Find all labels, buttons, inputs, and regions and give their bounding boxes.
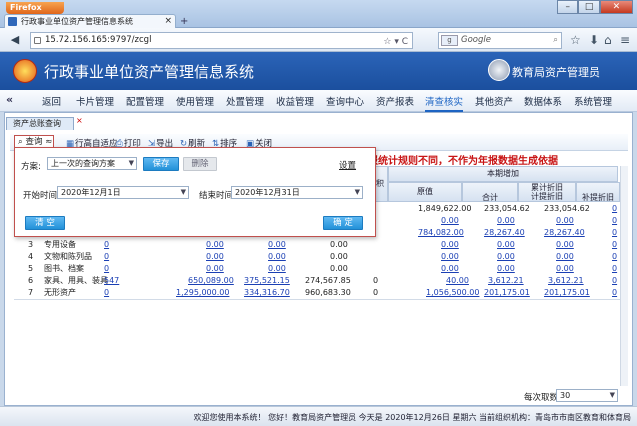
- warning-banner: 报统计规则不同，不作为年报数据生成依据: [368, 156, 558, 167]
- downloads-icon[interactable]: ⬇: [589, 33, 599, 47]
- col-cum-dep-label: 累计折旧: [531, 183, 563, 192]
- per-page-label: 每次取数: [524, 393, 559, 403]
- per-page-select[interactable]: 30 ▼: [556, 389, 618, 402]
- status-text: 欢迎您使用本系统！ 您好！教育局资产管理员 今天是 2020年12月26日 星期…: [193, 413, 631, 422]
- col-supp-dep-header: 补提折旧: [576, 182, 620, 202]
- app-title: 行政事业单位资产管理信息系统: [44, 63, 255, 81]
- browser-titlebar: Firefox – □ ✕ 行政事业单位资产管理信息系统 × +: [0, 0, 637, 28]
- menu-config-management[interactable]: 配置管理: [126, 94, 164, 108]
- table-divider: [14, 299, 628, 300]
- menu-other-assets[interactable]: 其他资产: [475, 94, 513, 108]
- search-placeholder: Google: [461, 35, 491, 45]
- table-row: 4 文物和陈列品 0 0.00 0.00 0.00 0.00 0.00 0.00…: [28, 252, 618, 261]
- firefox-menu-button[interactable]: Firefox: [6, 2, 64, 14]
- bookmarks-icon[interactable]: ☆: [570, 33, 581, 47]
- new-tab-button[interactable]: +: [180, 16, 188, 27]
- menu-disposal-management[interactable]: 处置管理: [226, 94, 264, 108]
- search-icon[interactable]: ⌕: [553, 33, 558, 48]
- col-total-header: 合计: [462, 182, 518, 202]
- menu-asset-reports[interactable]: 资产报表: [376, 94, 414, 108]
- end-time-picker[interactable]: 2020年12月31日 ▼: [231, 186, 363, 199]
- user-avatar: [488, 59, 510, 81]
- menu-scroll-left-icon[interactable]: «: [6, 93, 13, 106]
- settings-link[interactable]: 设置: [339, 159, 356, 171]
- collapse-icon: ≈: [45, 137, 53, 147]
- main-menu: « 返回 卡片管理 配置管理 使用管理 处置管理 收益管理 查询中心 资产报表 …: [0, 90, 637, 112]
- table-row: 5 图书、档案 0 0.00 0.00 0.00 0.00 0.00 0.00 …: [28, 264, 618, 273]
- col-cum-dep-header: 累计折旧 计提折旧: [518, 182, 576, 202]
- col-cum-dep-sub-label: 计提折旧: [531, 192, 563, 201]
- confirm-button[interactable]: 确 定: [323, 216, 363, 230]
- query-panel: 方案: 上一次的查询方案 ▼ 保存 删除 设置 开始时间 2020年12月1日 …: [14, 147, 376, 237]
- status-bar: 欢迎您使用本系统！ 您好！教育局资产管理员 今天是 2020年12月26日 星期…: [0, 406, 637, 426]
- content-tab-close-icon[interactable]: ×: [76, 116, 83, 125]
- end-time-label: 结束时间: [199, 191, 234, 201]
- window-controls: – □ ✕: [557, 0, 633, 14]
- url-bar[interactable]: 15.72.156.165:9797/zcgl ☆ ▾ C: [30, 32, 413, 49]
- url-text: 15.72.156.165:9797/zcgl: [45, 35, 152, 45]
- favicon-icon: [8, 17, 17, 26]
- header-current-increase: 本期增加: [388, 166, 618, 182]
- save-scheme-button[interactable]: 保存: [143, 157, 179, 171]
- menu-query-center[interactable]: 查询中心: [326, 94, 364, 108]
- start-time-picker[interactable]: 2020年12月1日 ▼: [57, 186, 189, 199]
- menu-card-management[interactable]: 卡片管理: [76, 94, 114, 108]
- browser-navbar: ◀ 15.72.156.165:9797/zcgl ☆ ▾ C g Google…: [0, 28, 637, 52]
- globe-icon: [34, 37, 41, 44]
- close-window-icon[interactable]: ✕: [599, 0, 633, 14]
- back-icon[interactable]: ◀: [6, 32, 24, 48]
- bookmark-star-icon[interactable]: ☆ ▾ C: [383, 35, 408, 50]
- user-name[interactable]: 教育局资产管理员: [512, 64, 600, 80]
- browser-tab-title: 行政事业单位资产管理信息系统: [21, 17, 133, 26]
- browser-tab[interactable]: 行政事业单位资产管理信息系统 ×: [4, 14, 176, 28]
- table-row: 7 无形资产 0 1,295,000.00 334,316.70 960,683…: [28, 288, 618, 297]
- chevron-down-icon: ▼: [180, 188, 186, 196]
- search-box[interactable]: g Google ⌕: [438, 32, 562, 49]
- pager: 每次取数 30 ▼: [10, 388, 628, 404]
- app-header: 行政事业单位资产管理信息系统 教育局资产管理员: [0, 52, 637, 90]
- scheme-label: 方案:: [21, 162, 41, 172]
- scheme-select[interactable]: 上一次的查询方案 ▼: [47, 157, 137, 170]
- emblem-icon: [13, 59, 37, 83]
- menu-back[interactable]: 返回: [42, 94, 61, 108]
- tab-close-icon[interactable]: ×: [164, 15, 172, 28]
- start-time-label: 开始时间: [23, 191, 58, 201]
- chevron-down-icon: ▼: [354, 188, 360, 196]
- table-vertical-scrollbar[interactable]: [620, 166, 628, 386]
- menu-income-management[interactable]: 收益管理: [276, 94, 314, 108]
- menu-inventory-verification[interactable]: 清查核实: [425, 94, 464, 112]
- chevron-down-icon: ▼: [609, 391, 615, 399]
- table-row: 3 专用设备 0 0.00 0.00 0.00 0.00 0.00 0.00 0: [28, 240, 618, 249]
- col-original-header: 原值: [388, 182, 462, 202]
- menu-usage-management[interactable]: 使用管理: [176, 94, 214, 108]
- content-tab-asset-ledger[interactable]: 资产总账查询: [6, 117, 74, 130]
- minimize-icon[interactable]: –: [557, 0, 579, 14]
- menu-system-management[interactable]: 系统管理: [574, 94, 612, 108]
- maximize-icon[interactable]: □: [578, 0, 600, 14]
- delete-scheme-button[interactable]: 删除: [183, 157, 217, 171]
- table-row: 6 家具、用具、装具 547 650,089.00 375,521.15 274…: [28, 276, 618, 285]
- home-icon[interactable]: ⌂: [604, 33, 612, 47]
- menu-icon[interactable]: ≡: [620, 33, 630, 47]
- google-icon: g: [441, 35, 458, 46]
- search-icon: ⌕: [18, 137, 23, 147]
- menu-data-system[interactable]: 数据体系: [524, 94, 562, 108]
- chevron-down-icon: ▼: [128, 159, 134, 167]
- clear-button[interactable]: 清 空: [25, 216, 65, 230]
